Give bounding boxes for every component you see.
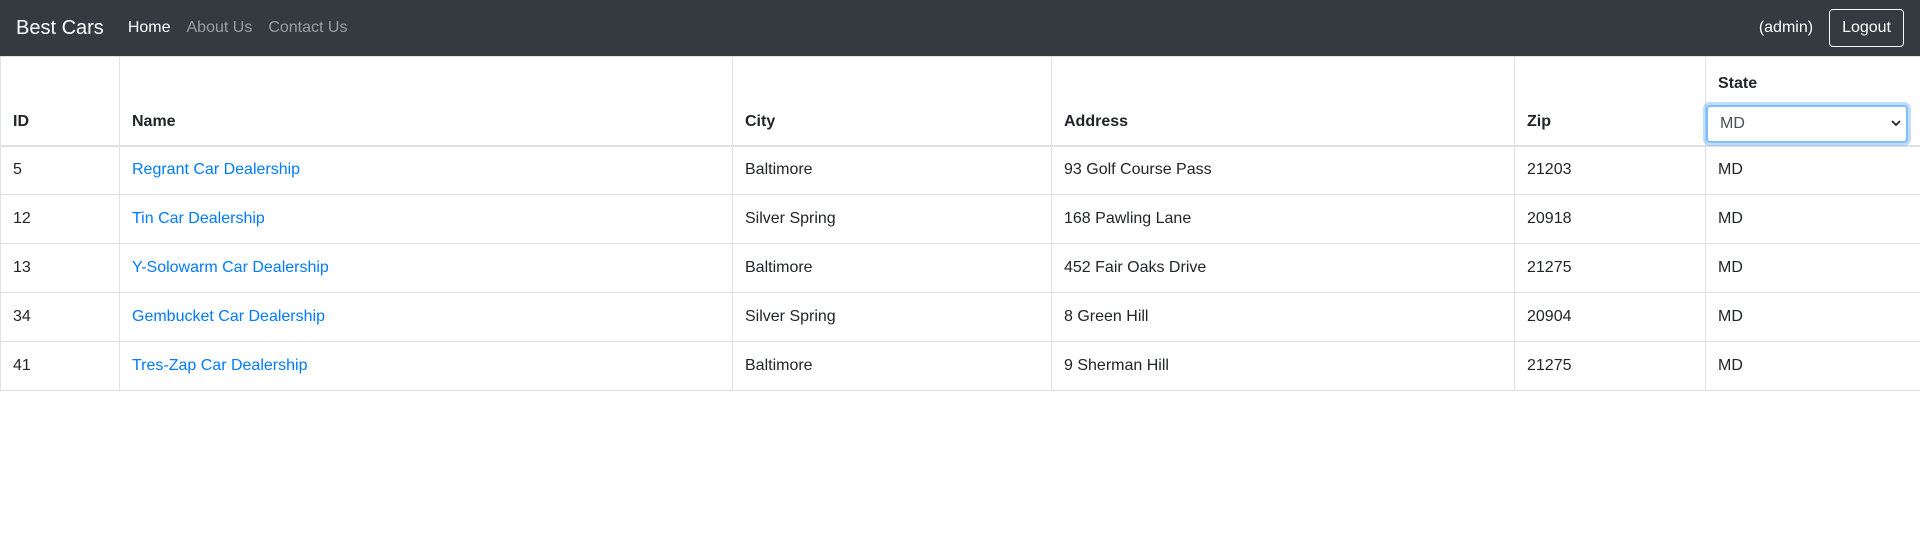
- cell-id: 41: [0, 341, 120, 391]
- table-row: 34 Gembucket Car Dealership Silver Sprin…: [0, 292, 1920, 342]
- cell-name: Regrant Car Dealership: [119, 145, 733, 195]
- cell-name: Tres-Zap Car Dealership: [119, 341, 733, 391]
- cell-zip: 21275: [1514, 341, 1706, 391]
- cell-id: 13: [0, 243, 120, 293]
- user-area: (admin) Logout: [1759, 0, 1904, 56]
- dealer-link[interactable]: Tin Car Dealership: [132, 210, 265, 227]
- dealer-link[interactable]: Tres-Zap Car Dealership: [132, 357, 307, 374]
- cell-address: 8 Green Hill: [1051, 292, 1515, 342]
- cell-city: Silver Spring: [732, 292, 1052, 342]
- table-row: 5 Regrant Car Dealership Baltimore 93 Go…: [0, 145, 1920, 195]
- top-navbar: Best Cars Home About Us Contact Us (admi…: [0, 0, 1920, 56]
- nav-link-about-us[interactable]: About Us: [187, 19, 253, 37]
- table-row: 41 Tres-Zap Car Dealership Baltimore 9 S…: [0, 341, 1920, 391]
- cell-city: Baltimore: [732, 243, 1052, 293]
- cell-address: 452 Fair Oaks Drive: [1051, 243, 1515, 293]
- table-body: 5 Regrant Car Dealership Baltimore 93 Go…: [0, 145, 1920, 391]
- cell-name: Y-Solowarm Car Dealership: [119, 243, 733, 293]
- cell-id: 5: [0, 145, 120, 195]
- cell-id: 12: [0, 194, 120, 244]
- dealer-link[interactable]: Regrant Car Dealership: [132, 161, 300, 178]
- header-address: Address: [1051, 56, 1515, 147]
- cell-address: 9 Sherman Hill: [1051, 341, 1515, 391]
- cell-state: MD: [1705, 292, 1920, 342]
- state-filter-wrapper: MD: [1706, 104, 1908, 143]
- brand-link[interactable]: Best Cars: [16, 17, 104, 40]
- nav-link-home[interactable]: Home: [128, 19, 171, 37]
- cell-city: Silver Spring: [732, 194, 1052, 244]
- header-name: Name: [119, 56, 733, 147]
- cell-state: MD: [1705, 145, 1920, 195]
- table-header: ID Name City Address Zip State MD: [0, 56, 1920, 147]
- username-label: (admin): [1758, 19, 1814, 36]
- cell-zip: 21203: [1514, 145, 1706, 195]
- cell-zip: 20904: [1514, 292, 1706, 342]
- header-row: ID Name City Address Zip State MD: [0, 56, 1920, 147]
- header-state-label: State: [1718, 74, 1758, 92]
- table-row: 12 Tin Car Dealership Silver Spring 168 …: [0, 194, 1920, 244]
- dealer-link[interactable]: Gembucket Car Dealership: [132, 308, 325, 325]
- cell-city: Baltimore: [732, 145, 1052, 195]
- header-id: ID: [0, 56, 120, 147]
- cell-state: MD: [1705, 341, 1920, 391]
- cell-city: Baltimore: [732, 341, 1052, 391]
- cell-zip: 20918: [1514, 194, 1706, 244]
- cell-state: MD: [1705, 194, 1920, 244]
- nav-links: Home About Us Contact Us: [128, 19, 364, 37]
- cell-name: Gembucket Car Dealership: [119, 292, 733, 342]
- cell-address: 93 Golf Course Pass: [1051, 145, 1515, 195]
- dealers-table: ID Name City Address Zip State MD 5 Regr…: [0, 56, 1920, 391]
- header-zip: Zip: [1514, 56, 1706, 147]
- state-filter-select[interactable]: MD: [1706, 104, 1908, 143]
- table-row: 13 Y-Solowarm Car Dealership Baltimore 4…: [0, 243, 1920, 293]
- cell-id: 34: [0, 292, 120, 342]
- cell-state: MD: [1705, 243, 1920, 293]
- cell-zip: 21275: [1514, 243, 1706, 293]
- header-state: State MD: [1705, 56, 1920, 147]
- cell-address: 168 Pawling Lane: [1051, 194, 1515, 244]
- cell-name: Tin Car Dealership: [119, 194, 733, 244]
- nav-link-contact-us[interactable]: Contact Us: [268, 19, 347, 37]
- header-city: City: [732, 56, 1052, 147]
- logout-button[interactable]: Logout: [1829, 9, 1904, 47]
- dealer-link[interactable]: Y-Solowarm Car Dealership: [132, 259, 329, 276]
